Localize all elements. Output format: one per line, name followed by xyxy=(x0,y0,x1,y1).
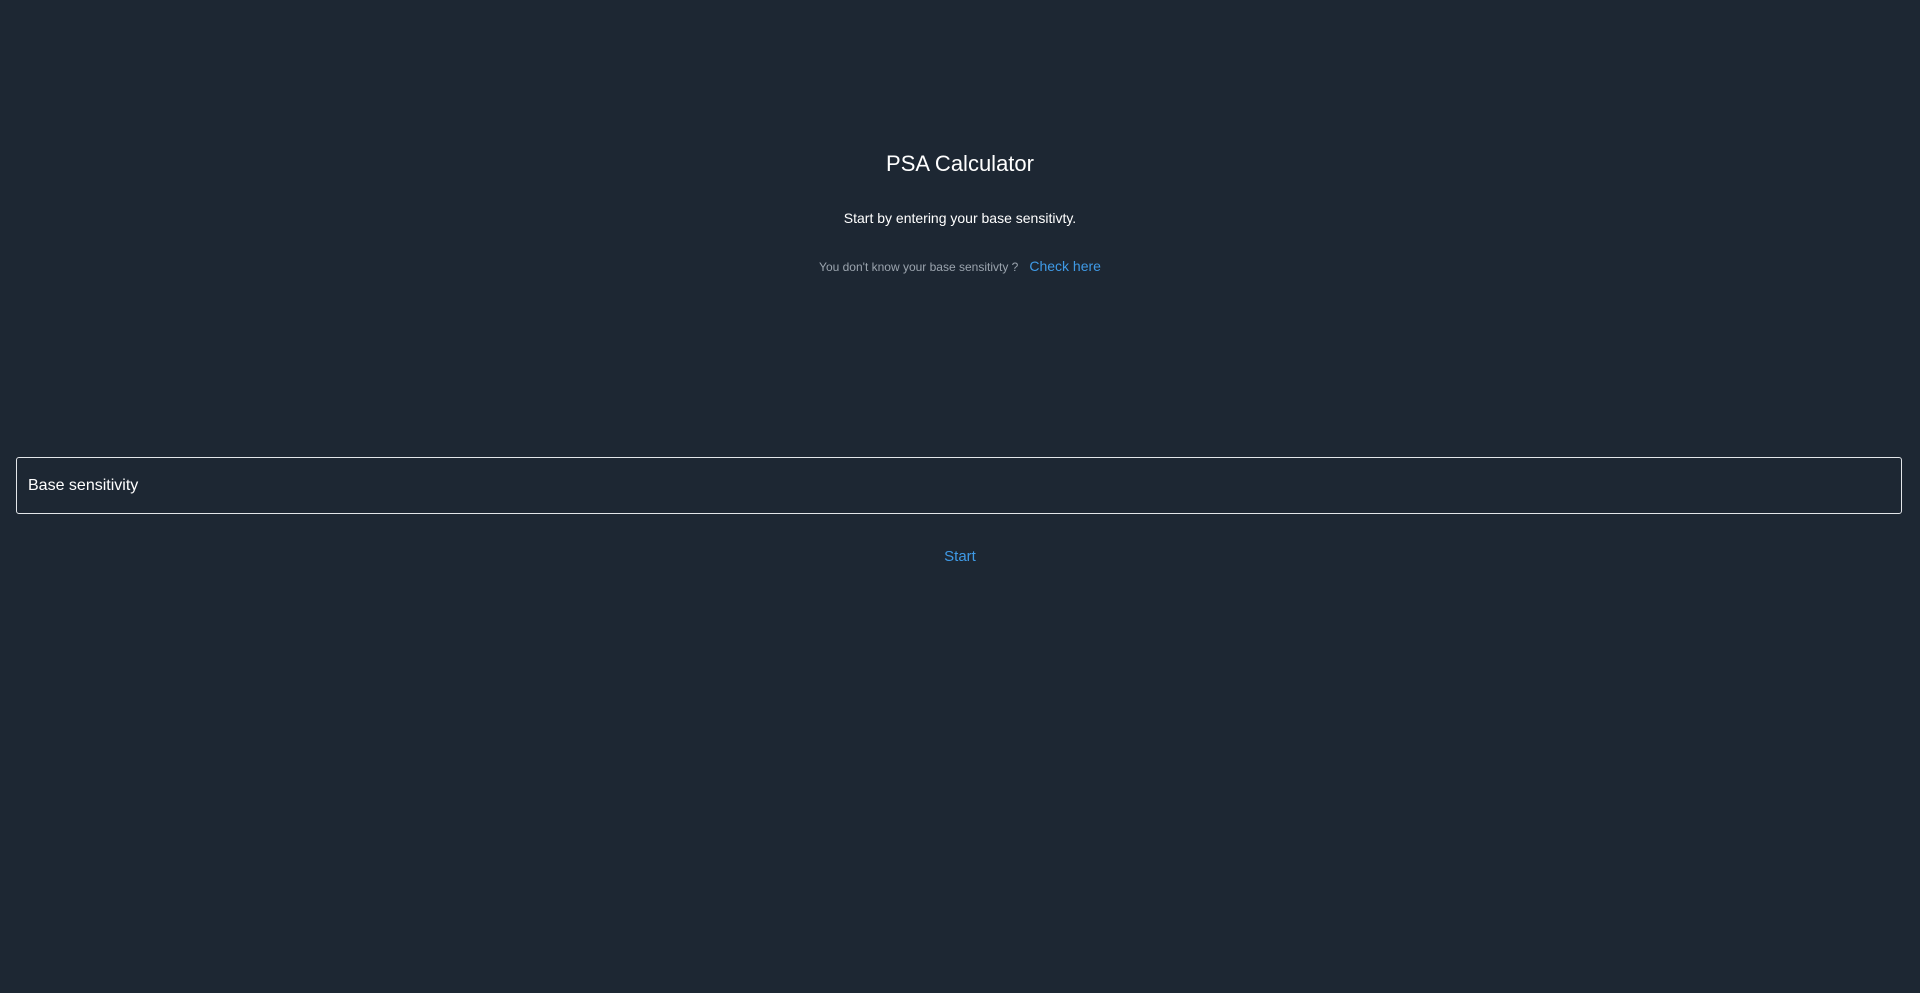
start-button[interactable]: Start xyxy=(910,543,1010,569)
help-row: You don't know your base sensitivty ? Ch… xyxy=(0,255,1920,278)
check-here-link[interactable]: Check here xyxy=(1029,255,1101,277)
page-title: PSA Calculator xyxy=(886,151,1034,176)
base-sensitivity-input[interactable] xyxy=(28,476,1890,495)
base-sensitivity-field[interactable] xyxy=(16,457,1902,514)
page: PSA Calculator Start by entering your ba… xyxy=(0,0,1920,993)
page-subtitle: Start by entering your base sensitivty. xyxy=(843,210,1077,226)
help-question: You don't know your base sensitivty ? xyxy=(819,260,1019,274)
